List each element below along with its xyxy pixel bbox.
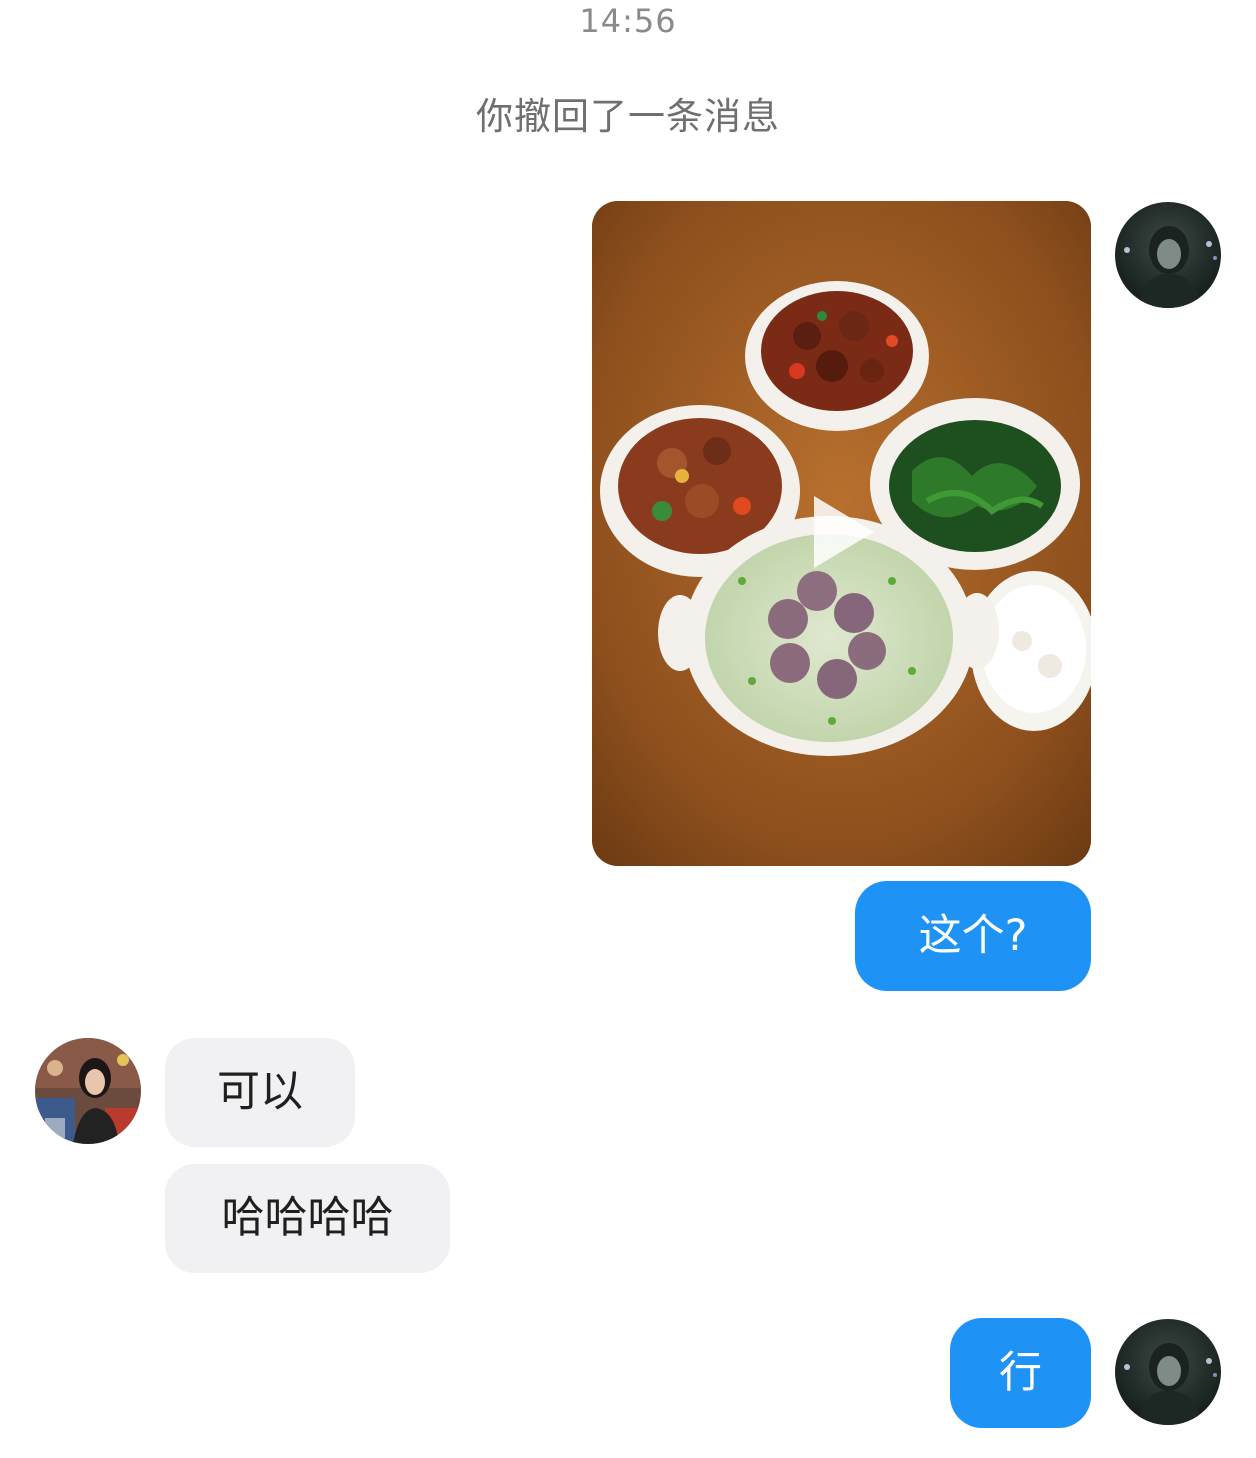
outgoing-message-bubble[interactable]: 这个?	[855, 881, 1091, 991]
chat-timestamp: 14:56	[579, 2, 677, 40]
my-avatar[interactable]	[1115, 202, 1221, 308]
recall-notice: 你撤回了一条消息	[476, 95, 780, 138]
my-avatar[interactable]	[1115, 1319, 1221, 1425]
video-message-thumbnail[interactable]	[592, 201, 1091, 866]
message-text: 哈哈哈哈	[221, 1193, 394, 1243]
incoming-message-bubble[interactable]: 哈哈哈哈	[165, 1164, 450, 1273]
message-text: 可以	[217, 1067, 303, 1117]
message-text: 这个?	[918, 910, 1028, 961]
contact-avatar[interactable]	[35, 1038, 141, 1144]
message-text: 行	[999, 1347, 1042, 1398]
play-icon[interactable]	[806, 492, 878, 572]
incoming-message-bubble[interactable]: 可以	[165, 1038, 355, 1147]
outgoing-message-bubble[interactable]: 行	[950, 1318, 1091, 1428]
